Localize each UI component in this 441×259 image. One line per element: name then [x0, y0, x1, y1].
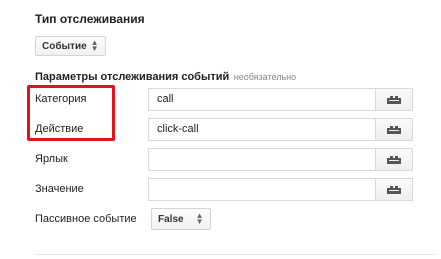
event-params-header: Параметры отслеживания событий необязате… [35, 67, 296, 85]
up-down-arrows-icon: ▲ ▼ [90, 38, 99, 53]
action-field[interactable]: click-call [148, 118, 413, 141]
macro-picker-icon[interactable] [375, 179, 412, 200]
noninteraction-select[interactable]: False ▲ ▼ [151, 208, 211, 230]
divider [35, 254, 435, 255]
tracking-type-value: Событие [42, 40, 87, 52]
tracking-type-select[interactable]: Событие ▲ ▼ [35, 36, 106, 56]
optional-note: необязательно [233, 72, 297, 82]
up-down-arrows-icon: ▲ ▼ [195, 211, 204, 226]
action-value: click-call [157, 123, 199, 135]
noninteraction-label: Пассивное событие [35, 213, 137, 225]
noninteraction-value: False [158, 213, 184, 225]
category-field[interactable]: call [148, 88, 413, 111]
tracking-type-title: Тип отслеживания [35, 12, 145, 26]
category-value: call [157, 93, 174, 105]
value-label: Значение [35, 183, 84, 195]
label-label: Ярлык [35, 153, 68, 165]
macro-picker-icon[interactable] [375, 119, 412, 140]
value-field[interactable] [148, 178, 413, 201]
event-params-title: Параметры отслеживания событий [35, 71, 230, 83]
macro-picker-icon[interactable] [375, 89, 412, 110]
label-field[interactable] [148, 148, 413, 171]
highlight-box [27, 85, 115, 141]
macro-picker-icon[interactable] [375, 149, 412, 170]
